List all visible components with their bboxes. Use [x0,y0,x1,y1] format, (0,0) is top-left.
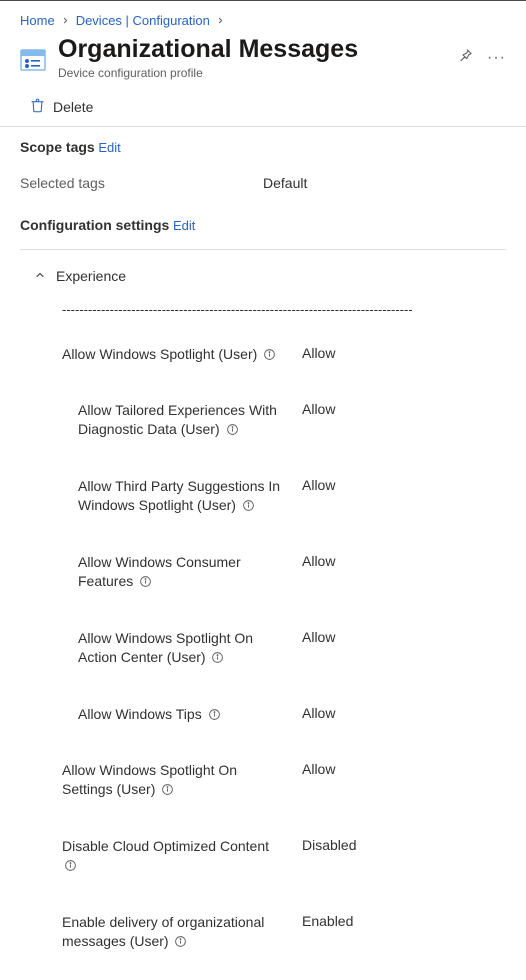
setting-value: Allow [302,477,335,493]
setting-value: Allow [302,345,335,361]
breadcrumb-devices[interactable]: Devices | Configuration [76,13,210,28]
toolbar: Delete [0,94,526,127]
scope-tags-section: Scope tags Edit [0,127,526,159]
setting-row: Allow Windows Tips Allow [0,695,526,752]
setting-row: Enable delivery of organizational messag… [0,903,526,979]
info-icon[interactable] [242,499,255,512]
setting-row: Allow Windows Spotlight (User) Allow [0,335,526,392]
breadcrumb-home[interactable]: Home [20,13,55,28]
delete-button[interactable]: Delete [53,99,93,115]
chevron-right-icon [61,13,70,28]
selected-tags-label: Selected tags [20,175,263,191]
selected-tags-row: Selected tags Default [0,159,526,217]
scope-edit-link[interactable]: Edit [98,140,120,155]
trash-icon[interactable] [30,98,45,116]
info-icon[interactable] [161,783,174,796]
page-title: Organizational Messages [58,36,458,64]
info-icon[interactable] [226,423,239,436]
setting-label: Enable delivery of organizational messag… [62,913,302,951]
breadcrumb: Home Devices | Configuration [0,1,526,36]
info-icon[interactable] [64,859,77,872]
setting-value: Allow [302,629,335,645]
chevron-up-icon [34,268,46,284]
setting-label: Allow Windows Spotlight On Action Center… [78,629,302,667]
separator-dashes: ----------------------------------------… [0,296,526,335]
info-icon[interactable] [139,575,152,588]
group-name: Experience [56,268,126,284]
setting-value: Allow [302,761,335,777]
setting-row: Allow Windows Spotlight On Action Center… [0,619,526,695]
setting-value: Disabled [302,837,356,853]
page-subtitle: Device configuration profile [58,66,458,80]
setting-label: Allow Third Party Suggestions In Windows… [78,477,302,515]
config-settings-title: Configuration settings [20,217,169,233]
setting-row: Disable Cloud Optimized Content Disabled [0,827,526,903]
page-header: Organizational Messages Device configura… [0,36,526,94]
setting-label: Allow Tailored Experiences With Diagnost… [78,401,302,439]
setting-label: Allow Windows Tips [78,705,302,724]
setting-row: Allow Windows Consumer Features Allow [0,543,526,619]
config-settings-section: Configuration settings Edit [0,217,526,237]
info-icon[interactable] [263,348,276,361]
selected-tags-value: Default [263,175,506,191]
config-edit-link[interactable]: Edit [173,218,195,233]
info-icon[interactable] [208,708,221,721]
setting-label: Allow Windows Spotlight (User) [62,345,302,364]
info-icon[interactable] [211,651,224,664]
setting-row: Allow Third Party Suggestions In Windows… [0,467,526,543]
setting-value: Enabled [302,913,353,929]
chevron-right-icon [216,13,225,28]
setting-label: Allow Windows Spotlight On Settings (Use… [62,761,302,799]
group-experience-header[interactable]: Experience [0,250,526,296]
setting-value: Allow [302,553,335,569]
setting-value: Allow [302,705,335,721]
setting-row: Allow Tailored Experiences With Diagnost… [0,391,526,467]
more-icon[interactable]: ··· [487,49,506,67]
setting-label: Allow Windows Consumer Features [78,553,302,591]
setting-row: Allow Windows Spotlight On Settings (Use… [0,751,526,827]
setting-label: Disable Cloud Optimized Content [62,837,302,875]
setting-value: Allow [302,401,335,417]
profile-icon [20,47,46,73]
pin-icon[interactable] [458,48,473,68]
info-icon[interactable] [174,935,187,948]
scope-tags-title: Scope tags [20,139,95,155]
